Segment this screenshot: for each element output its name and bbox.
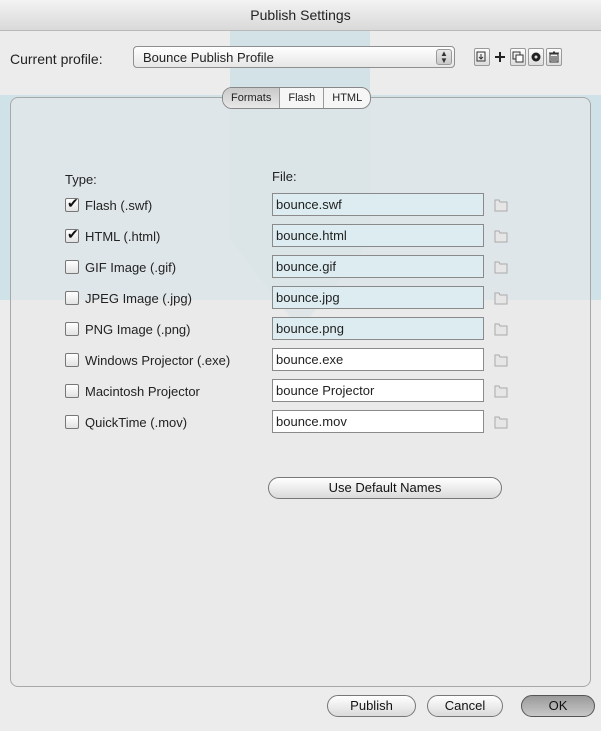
- file-field-png[interactable]: bounce.png: [272, 317, 484, 340]
- folder-icon[interactable]: [493, 352, 509, 368]
- file-field-html[interactable]: bounce.html: [272, 224, 484, 247]
- type-header: Type:: [65, 172, 97, 187]
- import-export-icon[interactable]: [474, 48, 490, 66]
- format-row-jpg[interactable]: JPEG Image (.jpg): [65, 289, 192, 307]
- format-label: HTML (.html): [85, 228, 161, 244]
- folder-icon[interactable]: [493, 414, 509, 430]
- format-label: QuickTime (.mov): [85, 414, 188, 430]
- tab-bar: Formats Flash HTML: [222, 87, 372, 109]
- file-field-mov[interactable]: bounce.mov: [272, 410, 484, 433]
- folder-icon[interactable]: [493, 228, 509, 244]
- tab-flash[interactable]: Flash: [279, 88, 323, 108]
- file-field-jpg[interactable]: bounce.jpg: [272, 286, 484, 309]
- format-label: Macintosh Projector: [85, 383, 200, 399]
- tab-html[interactable]: HTML: [323, 88, 370, 108]
- format-label: Windows Projector (.exe): [85, 352, 231, 368]
- duplicate-profile-icon[interactable]: [510, 48, 526, 66]
- folder-icon[interactable]: [493, 321, 509, 337]
- format-label: JPEG Image (.jpg): [85, 290, 192, 306]
- use-default-names-button[interactable]: Use Default Names: [268, 477, 502, 499]
- delete-profile-icon[interactable]: [546, 48, 562, 66]
- format-row-swf[interactable]: Flash (.swf): [65, 195, 153, 214]
- file-field-gif[interactable]: bounce.gif: [272, 255, 484, 278]
- format-row-mac-projector[interactable]: Macintosh Projector: [65, 382, 200, 400]
- up-down-arrows-icon: ▲ ▼: [436, 49, 452, 65]
- ok-button[interactable]: OK: [521, 695, 595, 717]
- folder-icon[interactable]: [493, 197, 509, 213]
- format-row-gif[interactable]: GIF Image (.gif): [65, 258, 176, 276]
- format-label: PNG Image (.png): [85, 321, 191, 337]
- format-row-html[interactable]: HTML (.html): [65, 226, 161, 245]
- file-field-mac-projector[interactable]: bounce Projector: [272, 379, 484, 402]
- publish-button[interactable]: Publish: [327, 695, 416, 717]
- window-title: Publish Settings: [0, 0, 601, 31]
- format-row-mov[interactable]: QuickTime (.mov): [65, 413, 187, 431]
- folder-icon[interactable]: [493, 290, 509, 306]
- file-header: File:: [272, 169, 297, 184]
- format-row-png[interactable]: PNG Image (.png): [65, 320, 191, 338]
- checkbox[interactable]: [65, 226, 79, 243]
- add-profile-icon[interactable]: [492, 48, 508, 66]
- profile-settings-icon[interactable]: [528, 48, 544, 66]
- checkbox[interactable]: [65, 291, 79, 305]
- file-field-exe[interactable]: bounce.exe: [272, 348, 484, 371]
- checkbox[interactable]: [65, 322, 79, 336]
- format-label: Flash (.swf): [85, 197, 153, 213]
- checkbox[interactable]: [65, 415, 79, 429]
- cancel-button[interactable]: Cancel: [427, 695, 503, 717]
- checkbox[interactable]: [65, 260, 79, 274]
- format-label: GIF Image (.gif): [85, 259, 177, 275]
- file-field-swf[interactable]: bounce.swf: [272, 193, 484, 216]
- checkbox[interactable]: [65, 353, 79, 367]
- profile-select[interactable]: Bounce Publish Profile ▲ ▼: [133, 46, 455, 68]
- current-profile-label: Current profile:: [10, 51, 103, 67]
- folder-icon[interactable]: [493, 259, 509, 275]
- tab-formats[interactable]: Formats: [223, 88, 280, 108]
- folder-icon[interactable]: [493, 383, 509, 399]
- checkbox[interactable]: [65, 384, 79, 398]
- format-row-exe[interactable]: Windows Projector (.exe): [65, 351, 230, 369]
- profile-select-value: Bounce Publish Profile: [143, 50, 274, 65]
- checkbox[interactable]: [65, 195, 79, 212]
